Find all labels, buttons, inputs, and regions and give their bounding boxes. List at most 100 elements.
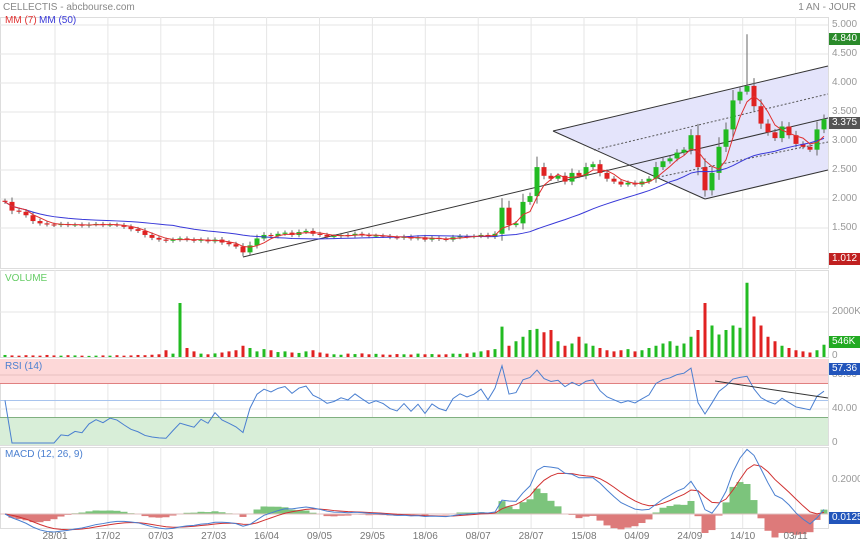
candle — [541, 167, 547, 176]
price-tick: 2.000 — [832, 193, 858, 204]
x-axis-label: 09/05 — [306, 531, 333, 542]
volume-bar — [115, 355, 119, 357]
candle — [709, 172, 715, 191]
volume-bar — [710, 325, 714, 357]
macd-histogram-bar — [687, 500, 695, 514]
macd-histogram-bar — [624, 514, 632, 528]
macd-histogram-bar — [617, 514, 625, 530]
macd-histogram-bar — [92, 510, 100, 514]
x-axis-label: 15/08 — [571, 531, 597, 542]
volume-bar — [185, 348, 189, 357]
macd-histogram-bar — [533, 488, 541, 514]
candle — [520, 201, 526, 224]
candle — [149, 234, 155, 238]
volume-bar — [661, 343, 665, 357]
volume-bar — [381, 354, 385, 357]
candle — [611, 178, 617, 182]
macd-histogram-bar — [680, 504, 688, 514]
volume-bar — [521, 336, 525, 357]
volume-bar — [794, 350, 798, 357]
volume-bar — [479, 351, 483, 357]
volume-bar — [395, 354, 399, 357]
candle — [254, 238, 260, 246]
rsi-oversold-zone — [0, 417, 828, 445]
volume-label: VOLUME — [5, 273, 48, 284]
period-label[interactable]: 1 AN - JOUR — [798, 2, 856, 13]
volume-bar — [514, 341, 518, 357]
candle — [681, 149, 687, 153]
candle — [744, 85, 750, 92]
candle — [772, 132, 778, 139]
macd-histogram-bar — [575, 514, 583, 519]
volume-bar — [213, 353, 217, 357]
price-tick: 5.000 — [832, 19, 858, 30]
volume-bar — [633, 351, 637, 357]
volume-bar — [703, 303, 707, 357]
macd-line — [4, 448, 825, 533]
volume-bar — [731, 325, 735, 357]
macd-histogram-bar — [596, 514, 604, 521]
candle — [667, 158, 673, 162]
volume-bar — [640, 350, 644, 357]
x-axis-label: 04/09 — [624, 531, 650, 542]
volume-bar — [451, 353, 455, 357]
volume-bar — [738, 327, 742, 357]
candle — [156, 237, 162, 240]
candle — [226, 242, 232, 245]
volume-bar — [801, 351, 805, 357]
volume-bar — [458, 353, 462, 357]
volume-bar — [31, 355, 35, 357]
volume-bar — [570, 343, 574, 357]
price-tick: 2.500 — [832, 164, 858, 175]
x-axis-label: 18/06 — [412, 531, 438, 542]
volume-bar — [346, 353, 350, 357]
volume-bar — [759, 325, 763, 357]
volume-bar — [101, 355, 105, 357]
volume-bar — [675, 345, 679, 357]
low-price-badge: 1.012 — [829, 253, 860, 265]
x-axis-label: 17/02 — [95, 531, 121, 542]
volume-bar — [66, 355, 70, 357]
candle — [240, 246, 246, 253]
last-macd-badge: 0.0125 — [829, 512, 860, 524]
volume-bar — [647, 348, 651, 357]
volume-bar — [528, 330, 532, 357]
macd-histogram-bar — [302, 510, 310, 514]
macd-histogram-bar — [155, 514, 163, 518]
rsi-label: RSI (14) — [5, 361, 43, 372]
rsi-overbought-zone — [0, 359, 828, 384]
candle — [163, 239, 169, 241]
candle — [233, 244, 239, 247]
volume-bar — [577, 336, 581, 357]
volume-bar — [605, 350, 609, 357]
volume-bar — [486, 350, 490, 357]
volume-bar — [430, 354, 434, 357]
volume-bar — [745, 282, 749, 357]
macd-tick: 0.2000 — [832, 474, 860, 485]
volume-bar — [339, 354, 343, 357]
volume-bar — [367, 354, 371, 357]
volume-bar — [752, 316, 756, 357]
last-rsi-badge: 57.36 — [829, 363, 860, 375]
volume-bar — [17, 355, 21, 357]
x-axis-label: 14/10 — [730, 531, 756, 542]
volume-bar — [136, 354, 140, 357]
volume-bar — [388, 354, 392, 357]
volume-bar — [325, 353, 329, 357]
volume-bar — [164, 350, 168, 357]
candle — [688, 135, 694, 150]
macd-signal-line — [4, 464, 825, 531]
volume-bar — [766, 336, 770, 357]
volume-bar — [143, 355, 147, 357]
volume-bar — [304, 351, 308, 357]
macd-histogram-bar — [764, 514, 772, 531]
volume-bar — [416, 353, 420, 357]
macd-histogram-bar — [645, 514, 653, 520]
volume-bar — [10, 355, 14, 357]
macd-histogram-bar — [610, 514, 618, 529]
volume-bar — [206, 354, 210, 357]
macd-histogram-bar — [736, 482, 744, 514]
macd-histogram-bar — [729, 486, 737, 514]
volume-bar — [52, 355, 56, 357]
volume-bar — [815, 350, 819, 357]
